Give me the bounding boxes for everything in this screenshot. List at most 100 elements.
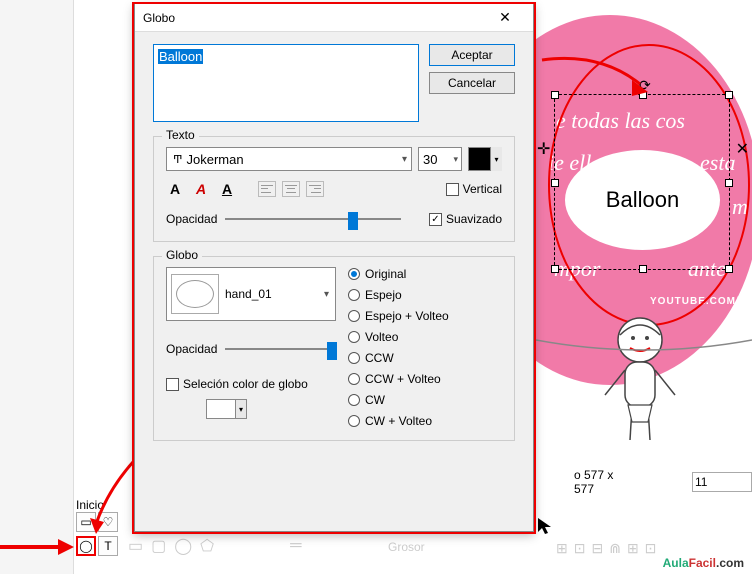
orientation-radio[interactable]: CCW + Volteo	[348, 372, 449, 386]
grosor-label: Grosor	[388, 540, 425, 554]
cancel-button[interactable]: Cancelar	[429, 72, 515, 94]
dialog-titlebar[interactable]: Globo ✕	[135, 4, 533, 32]
inicio-label: Inicio	[76, 498, 104, 512]
font-size-value: 30	[423, 152, 437, 167]
globe-color-button[interactable]: ▾	[206, 399, 236, 419]
chevron-down-icon: ▾	[402, 154, 407, 165]
chevron-down-icon: ▾	[324, 289, 329, 300]
dim-input[interactable]	[692, 472, 752, 492]
orientation-label: CW + Volteo	[365, 414, 432, 428]
vertical-label: Vertical	[463, 182, 502, 196]
tool-heart-icon[interactable]: ♡	[98, 512, 118, 532]
align-center-icon[interactable]	[282, 181, 300, 197]
icon-5[interactable]: ⊞	[627, 540, 639, 557]
font-color-button[interactable]: ▾	[468, 147, 502, 171]
shape-roundrect-icon[interactable]: ▢	[151, 536, 166, 556]
cursor-icon	[536, 516, 556, 536]
underline-icon[interactable]: A	[218, 181, 236, 197]
globe-color-checkbox[interactable]: Seleción color de globo	[166, 377, 336, 391]
tool-rect-icon[interactable]: ▭	[76, 512, 96, 532]
chevron-down-icon: ▾	[235, 399, 247, 419]
shape-oval-icon[interactable]: ◯	[174, 536, 192, 556]
font-select[interactable]: Ͳ Jokerman ▾	[166, 147, 412, 171]
orientation-radio[interactable]: Original	[348, 267, 449, 281]
left-toolbar-strip	[0, 0, 74, 574]
radio-icon	[348, 331, 360, 343]
radio-icon	[348, 373, 360, 385]
shape-name: hand_01	[225, 287, 272, 301]
globe-color-label: Seleción color de globo	[183, 377, 308, 391]
globe-shape-select[interactable]: hand_01 ▾	[166, 267, 336, 321]
align-left-icon[interactable]	[258, 181, 276, 197]
orientation-radios: Original Espejo Espejo + Volteo Volteo CCW CC…	[348, 267, 449, 428]
tool-text-icon[interactable]: T	[98, 536, 118, 556]
italic-icon[interactable]: A	[192, 181, 210, 197]
icon-1[interactable]: ⊞	[556, 540, 568, 557]
tool-row-2: ◯ T	[76, 536, 118, 556]
dimension-readout: o 577 x 577	[574, 468, 752, 496]
chevron-down-icon: ▾	[453, 154, 458, 165]
shape-presets: ▭ ▢ ◯ ⬠ ═	[128, 536, 301, 556]
orientation-label: CCW + Volteo	[365, 372, 441, 386]
icon-4[interactable]: ⋒	[609, 540, 621, 557]
checkbox-icon: ✓	[429, 213, 442, 226]
font-size-input[interactable]: 30 ▾	[418, 147, 462, 171]
icon-6[interactable]: ⊡	[645, 540, 657, 557]
text-group-label: Texto	[162, 128, 199, 142]
vertical-checkbox[interactable]: Vertical	[446, 182, 502, 196]
checkbox-icon	[166, 378, 179, 391]
bold-icon[interactable]: A	[166, 181, 184, 197]
aulafacil-logo: AulaFacil.com	[663, 556, 744, 570]
orientation-radio[interactable]: CW + Volteo	[348, 414, 449, 428]
radio-icon	[348, 268, 360, 280]
globo-dialog: Globo ✕ Balloon Aceptar Cancelar Texto Ͳ…	[134, 4, 534, 532]
font-name: Jokerman	[186, 152, 243, 167]
shape-poly-icon[interactable]: ⬠	[200, 536, 214, 556]
canvas-script-text: m	[732, 194, 748, 220]
dim-label: o 577 x 577	[574, 468, 628, 496]
canvas-character	[580, 310, 700, 460]
icon-2[interactable]: ⊡	[574, 540, 586, 557]
radio-icon	[348, 394, 360, 406]
text-input-value: Balloon	[158, 49, 203, 64]
smoothing-checkbox[interactable]: ✓ Suavizado	[429, 212, 502, 226]
globe-group: Globo hand_01 ▾ Opacidad	[153, 256, 515, 441]
balloon-text-input[interactable]: Balloon	[153, 44, 419, 122]
chevron-down-icon: ▾	[490, 147, 502, 171]
orientation-label: Original	[365, 267, 406, 281]
close-button[interactable]: ✕	[485, 6, 525, 30]
orientation-label: Espejo + Volteo	[365, 309, 449, 323]
canvas-selection-box[interactable]: ⟳ ✛ ✕	[554, 94, 730, 270]
orientation-radio[interactable]: CW	[348, 393, 449, 407]
icon-3[interactable]: ⊟	[591, 540, 603, 557]
orientation-radio[interactable]: Espejo + Volteo	[348, 309, 449, 323]
globe-group-label: Globo	[162, 248, 202, 262]
smoothing-label: Suavizado	[446, 212, 502, 226]
opacity-label: Opacidad	[166, 342, 217, 356]
tool-balloon-icon[interactable]: ◯	[76, 536, 96, 556]
radio-icon	[348, 310, 360, 322]
orientation-radio[interactable]: Volteo	[348, 330, 449, 344]
orientation-radio[interactable]: CCW	[348, 351, 449, 365]
orientation-radio[interactable]: Espejo	[348, 288, 449, 302]
right-tool-icons: ⊞ ⊡ ⊟ ⋒ ⊞ ⊡	[556, 540, 656, 557]
line-style-icon[interactable]: ═	[290, 537, 301, 555]
radio-icon	[348, 352, 360, 364]
canvas-youtube-text: YOUTUBE.COM/YUYA	[650, 296, 752, 307]
globe-opacity-slider[interactable]	[225, 339, 336, 359]
dialog-title: Globo	[143, 11, 485, 25]
tool-row-1: ▭ ♡	[76, 512, 118, 532]
orientation-label: Espejo	[365, 288, 402, 302]
radio-icon	[348, 415, 360, 427]
orientation-label: Volteo	[365, 330, 398, 344]
align-right-icon[interactable]	[306, 181, 324, 197]
radio-icon	[348, 289, 360, 301]
shape-thumbnail	[171, 274, 219, 314]
shape-rect-icon[interactable]: ▭	[128, 536, 143, 556]
checkbox-icon	[446, 183, 459, 196]
accept-button[interactable]: Aceptar	[429, 44, 515, 66]
text-group: Texto Ͳ Jokerman ▾ 30 ▾ ▾ A A	[153, 136, 515, 242]
text-opacity-slider[interactable]	[225, 209, 401, 229]
opacity-label: Opacidad	[166, 212, 217, 226]
orientation-label: CCW	[365, 351, 394, 365]
